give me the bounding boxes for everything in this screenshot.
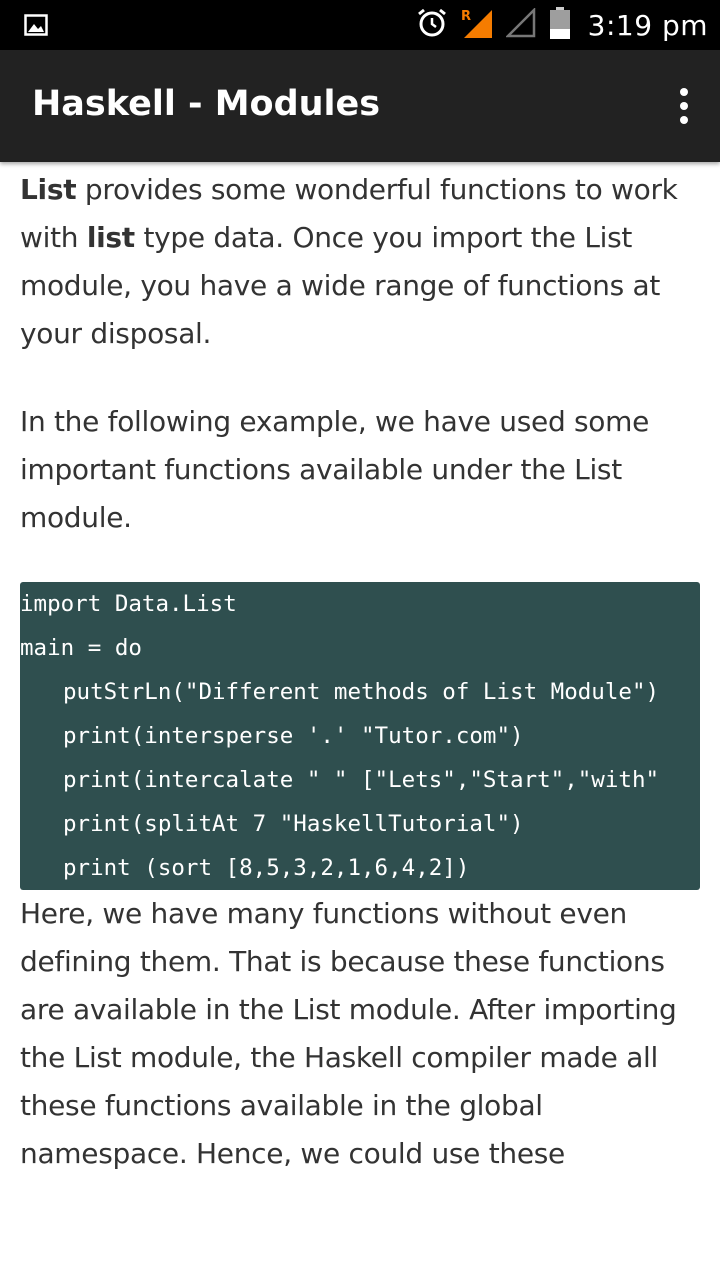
code-block: import Data.List main = do putStrLn("Dif… <box>20 582 700 890</box>
code-line: print (sort [8,5,3,2,1,6,4,2]) <box>63 855 470 881</box>
clock: 3:19 pm <box>587 8 708 42</box>
code-line: print(intersperse '.' "Tutor.com") <box>63 723 524 749</box>
bold-list-term: List <box>20 173 77 206</box>
bold-list-type: list <box>86 221 135 254</box>
code-line: main = do <box>20 635 142 661</box>
example-paragraph: In the following example, we have used s… <box>20 405 650 534</box>
explanation-paragraph: Here, we have many functions without eve… <box>20 897 677 1170</box>
page-title: Haskell - Modules <box>32 84 381 124</box>
status-bar: R 3:19 pm <box>0 0 720 50</box>
alarm-icon <box>416 7 448 43</box>
overflow-menu-icon[interactable] <box>676 86 692 126</box>
app-bar: Haskell - Modules <box>0 50 720 162</box>
code-line: putStrLn("Different methods of List Modu… <box>63 679 660 705</box>
code-line: print(intercalate " " ["Lets","Start","w… <box>63 767 660 793</box>
intro-paragraph: List provides some wonderful functions t… <box>20 166 700 358</box>
status-icons: R 3:19 pm <box>404 0 708 50</box>
signal-roaming-icon: R <box>460 6 494 44</box>
signal-empty-icon <box>504 6 536 42</box>
roaming-label: R <box>461 9 471 24</box>
battery-icon <box>548 6 572 44</box>
article-content: List provides some wonderful functions t… <box>20 162 700 1178</box>
code-line: print(splitAt 7 "HaskellTutorial") <box>63 811 524 837</box>
image-icon <box>24 13 48 37</box>
code-line: import Data.List <box>20 591 237 617</box>
